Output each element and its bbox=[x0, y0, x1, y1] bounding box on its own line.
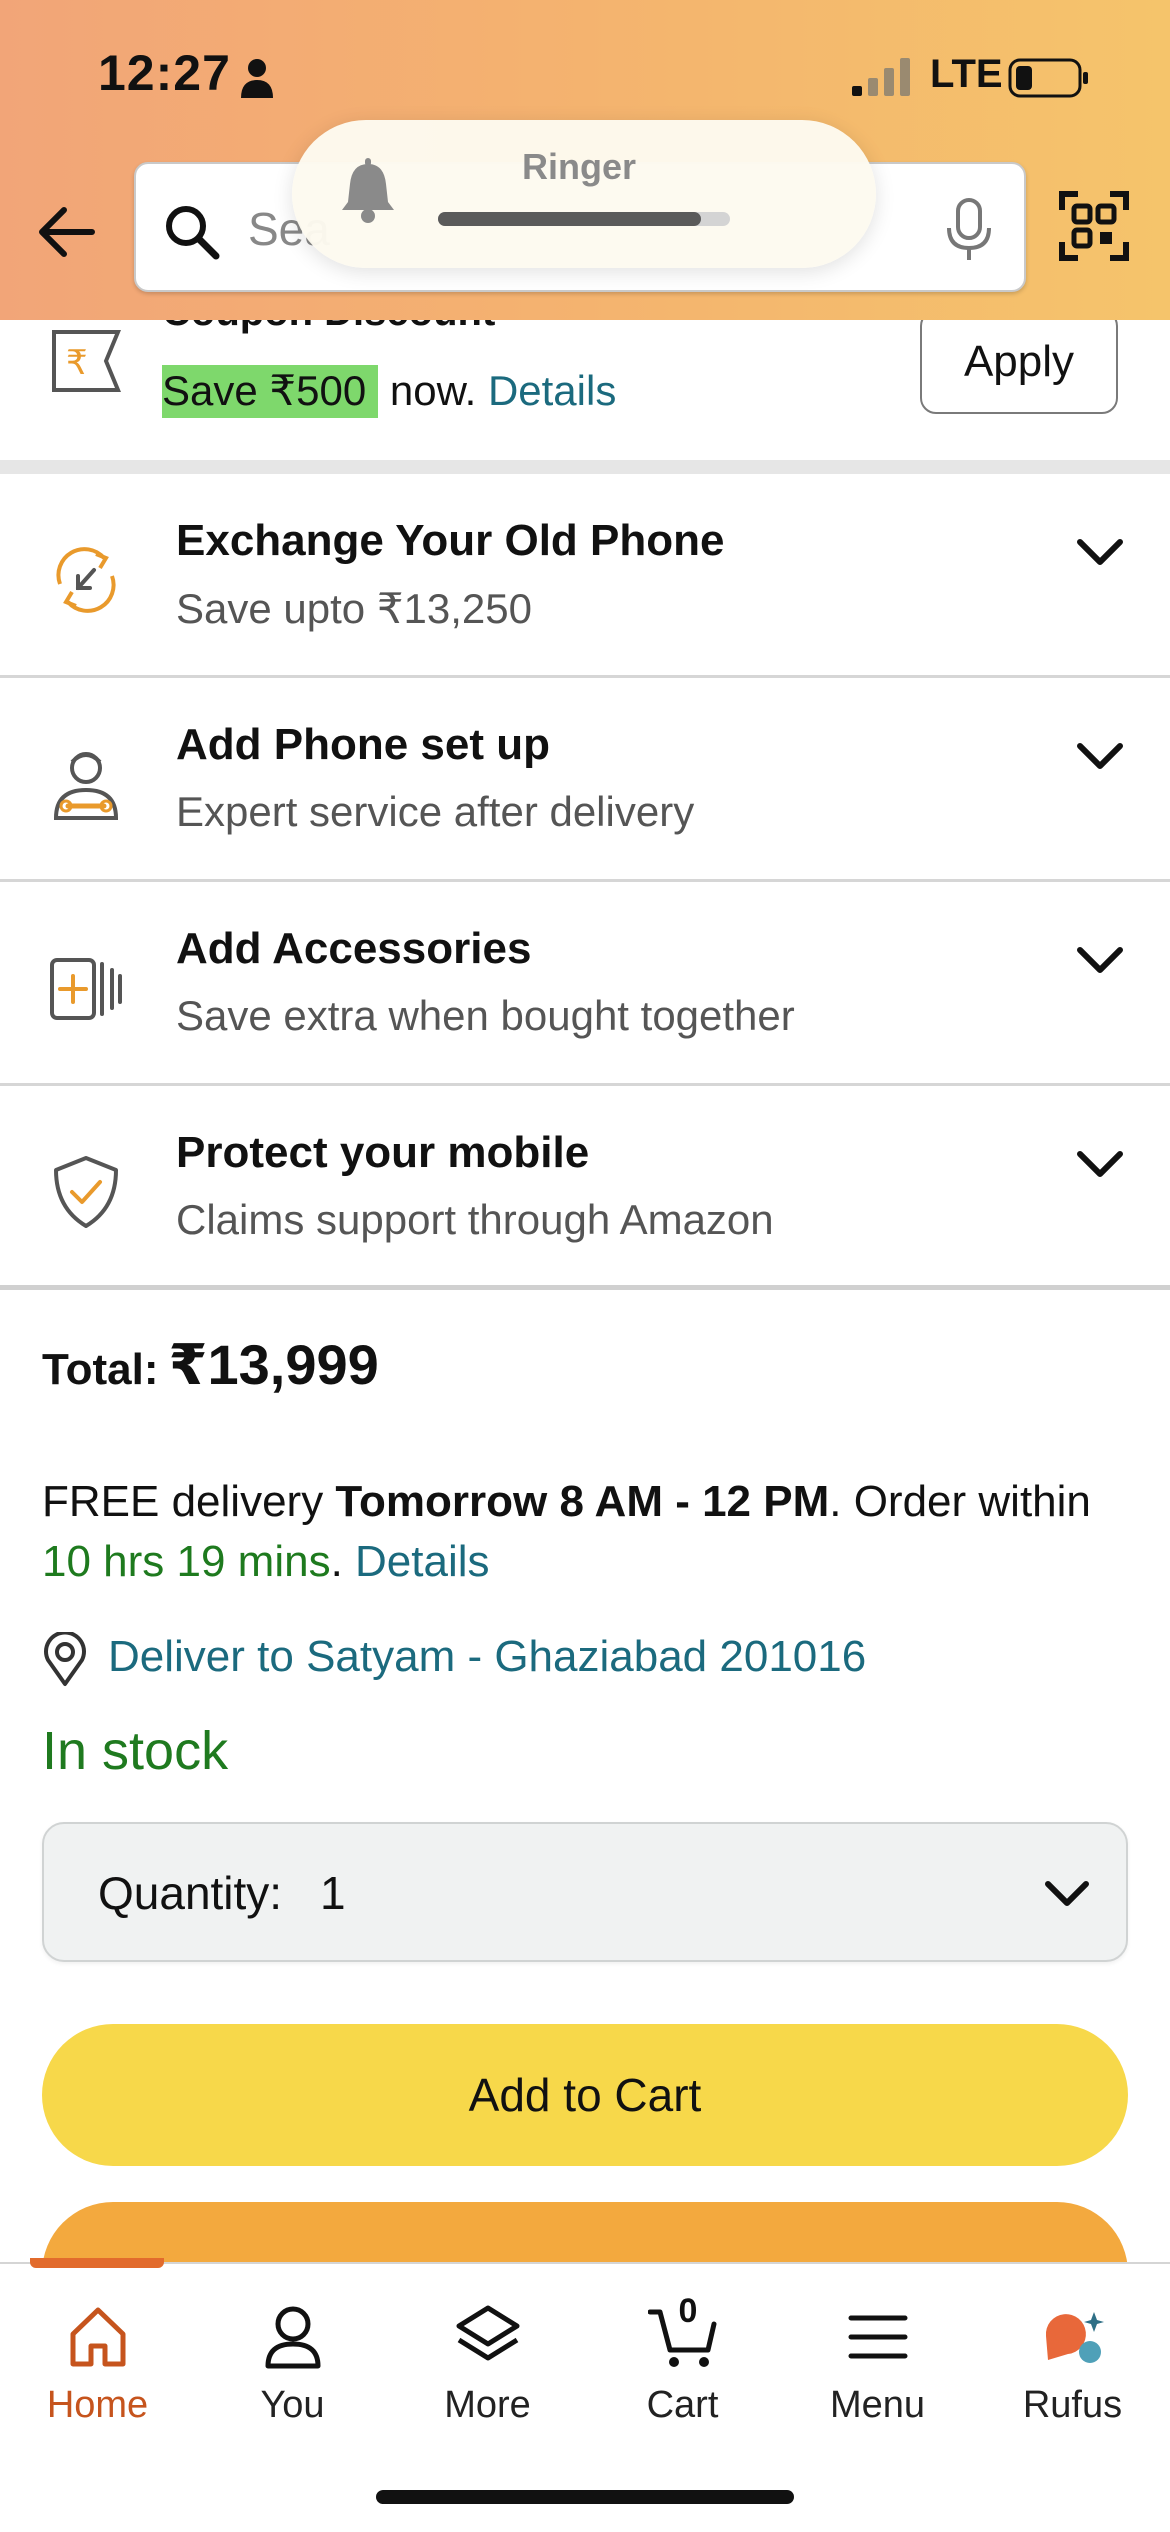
delivery-prefix: FREE delivery bbox=[42, 1477, 336, 1526]
quantity-label: Quantity: bbox=[98, 1867, 283, 1919]
nav-you[interactable]: You bbox=[195, 2292, 390, 2442]
search-icon bbox=[166, 206, 220, 260]
status-time: 12:27 bbox=[98, 45, 231, 101]
chevron-down-icon[interactable] bbox=[1072, 1144, 1128, 1184]
nav-cart[interactable]: 0 Cart bbox=[585, 2292, 780, 2442]
option-title: Protect your mobile bbox=[176, 1128, 590, 1177]
coupon-details-link[interactable]: Details bbox=[488, 367, 616, 414]
chevron-down-icon[interactable] bbox=[1072, 940, 1128, 980]
option-accessories[interactable]: Add Accessories Save extra when bought t… bbox=[0, 882, 1170, 1086]
shield-icon bbox=[54, 1156, 118, 1228]
back-arrow-icon[interactable] bbox=[34, 200, 98, 264]
chevron-down-icon[interactable] bbox=[1072, 736, 1128, 776]
nav-label: Rufus bbox=[1022, 2384, 1123, 2426]
bell-icon bbox=[342, 158, 394, 223]
nav-menu[interactable]: Menu bbox=[780, 2292, 975, 2442]
nav-label: You bbox=[260, 2384, 325, 2426]
quantity-select[interactable]: Quantity: 1 bbox=[42, 1822, 1128, 1962]
order-countdown: 10 hrs 19 mins bbox=[42, 1537, 331, 1586]
home-icon bbox=[70, 2307, 126, 2367]
quantity-value: 1 bbox=[320, 1867, 346, 1919]
cart-count-badge: 0 bbox=[678, 2292, 698, 2330]
nav-label: Cart bbox=[646, 2384, 719, 2426]
ringer-level-bar bbox=[438, 212, 730, 226]
exchange-icon bbox=[56, 547, 116, 613]
option-title: Add Phone set up bbox=[176, 720, 550, 769]
ringer-label: Ringer bbox=[522, 146, 637, 187]
network-type: LTE bbox=[930, 52, 1003, 96]
option-title: Exchange Your Old Phone bbox=[176, 516, 725, 565]
delivery-details-link[interactable]: Details bbox=[355, 1537, 490, 1586]
person-icon bbox=[265, 2306, 321, 2369]
option-subtitle: Save upto ₹13,250 bbox=[176, 585, 532, 632]
total-label: Total: bbox=[42, 1345, 159, 1394]
nav-more[interactable]: More bbox=[390, 2292, 585, 2442]
order-within-text: . Order within bbox=[829, 1477, 1091, 1526]
nav-label: More bbox=[444, 2384, 531, 2426]
stock-status: In stock bbox=[42, 1721, 229, 1781]
location-pin-icon bbox=[44, 1632, 86, 1686]
delivery-info: FREE delivery Tomorrow 8 AM - 12 PM. Ord… bbox=[42, 1472, 1142, 1592]
option-phone-setup[interactable]: Add Phone set up Expert service after de… bbox=[0, 678, 1170, 882]
qr-scan-icon[interactable] bbox=[1058, 190, 1130, 262]
svg-text:₹: ₹ bbox=[66, 343, 88, 383]
rufus-icon bbox=[1045, 2312, 1104, 2363]
layers-icon bbox=[456, 2305, 520, 2361]
nav-label: Home bbox=[46, 2384, 149, 2426]
signal-icon bbox=[852, 58, 910, 96]
microphone-icon[interactable] bbox=[944, 198, 994, 262]
total-amount: ₹13,999 bbox=[168, 1333, 379, 1396]
nav-label: Menu bbox=[829, 2384, 926, 2426]
option-subtitle: Claims support through Amazon bbox=[176, 1196, 774, 1243]
battery-icon bbox=[1008, 58, 1088, 98]
chevron-down-icon[interactable] bbox=[1072, 532, 1128, 572]
option-protect-mobile[interactable]: Protect your mobile Claims support throu… bbox=[0, 1086, 1170, 1290]
delivery-window: Tomorrow 8 AM - 12 PM bbox=[335, 1477, 830, 1526]
coupon-now-text: now. bbox=[378, 367, 488, 414]
ringer-volume-overlay: Ringer bbox=[292, 120, 876, 268]
deliver-to-address-link[interactable]: Deliver to Satyam - Ghaziabad 201016 bbox=[108, 1632, 866, 1682]
delivery-sep: . bbox=[330, 1537, 356, 1586]
option-title: Add Accessories bbox=[176, 924, 532, 973]
option-subtitle: Expert service after delivery bbox=[176, 788, 695, 835]
active-tab-indicator bbox=[30, 2258, 164, 2268]
order-total: Total: ₹13,999 bbox=[42, 1332, 379, 1398]
section-divider bbox=[0, 460, 1170, 474]
chevron-down-icon bbox=[1045, 1881, 1089, 1906]
apply-coupon-button[interactable]: Apply bbox=[920, 310, 1118, 414]
option-exchange-phone[interactable]: Exchange Your Old Phone Save upto ₹13,25… bbox=[0, 474, 1170, 678]
person-status-icon bbox=[241, 59, 273, 98]
hamburger-icon bbox=[848, 2315, 908, 2359]
nav-home[interactable]: Home bbox=[0, 2292, 195, 2442]
option-subtitle: Save extra when bought together bbox=[176, 992, 795, 1039]
coupon-savings-highlight: Save ₹500 bbox=[162, 365, 379, 418]
ringer-level-fill bbox=[438, 212, 701, 226]
add-to-cart-button[interactable]: Add to Cart bbox=[42, 2024, 1128, 2166]
technician-icon bbox=[53, 752, 119, 820]
coupon-savings-line: Save ₹500 now. Details bbox=[162, 365, 616, 418]
coupon-icon: ₹ bbox=[52, 330, 121, 392]
home-indicator bbox=[376, 2490, 794, 2504]
nav-rufus[interactable]: Rufus bbox=[975, 2292, 1170, 2442]
accessories-icon bbox=[50, 958, 122, 1020]
